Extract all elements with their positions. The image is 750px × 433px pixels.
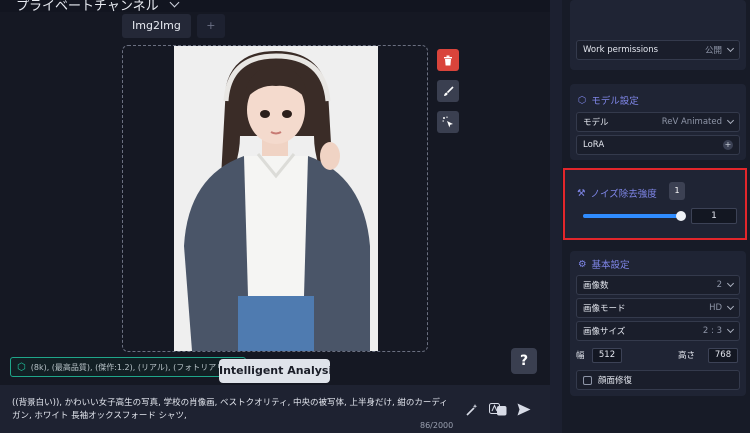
model-settings-title: ⬡ モデル設定	[578, 93, 639, 108]
image-count-value-wrap: 2	[716, 279, 735, 290]
chevron-down-icon	[726, 44, 735, 53]
work-permissions-label: Work permissions	[583, 45, 659, 55]
magic-select-button[interactable]	[437, 111, 459, 133]
face-fix-row[interactable]: 顔面修復	[576, 370, 740, 390]
permissions-card: Work permissions 公開	[570, 0, 746, 70]
basic-settings-card: ⚙ 基本設定 画像数 2 画像モード HD 画像サイズ 2 : 3 幅 512 …	[570, 251, 746, 396]
chevron-down-icon	[726, 279, 735, 288]
slider-fill	[583, 214, 681, 218]
model-value-wrap: ReV Animated	[661, 116, 735, 127]
prompt-char-counter: 86/2000	[420, 421, 454, 430]
image-mode-select[interactable]: 画像モード HD	[576, 298, 740, 318]
work-permissions-select[interactable]: Work permissions 公開	[576, 40, 740, 60]
trash-icon	[444, 55, 452, 65]
dimension-row: 幅 512 高さ 768	[576, 345, 740, 365]
model-value: ReV Animated	[661, 117, 722, 127]
basic-settings-title-text: 基本設定	[591, 260, 630, 271]
chevron-down-icon	[169, 0, 180, 8]
magic-wand-icon[interactable]	[466, 403, 479, 419]
wrench-icon: ⚒	[577, 187, 586, 199]
image-size-value: 2 : 3	[702, 326, 722, 336]
image-canvas[interactable]	[122, 45, 428, 352]
noise-strength-slider[interactable]	[583, 211, 686, 221]
tab-img2img[interactable]: Img2Img	[122, 14, 191, 38]
brush-icon	[443, 85, 454, 96]
width-input[interactable]: 512	[592, 347, 622, 363]
mode-tabs: Img2Img +	[122, 14, 225, 38]
image-size-value-wrap: 2 : 3	[702, 325, 735, 336]
translate-icon[interactable]	[489, 403, 507, 419]
image-mode-label: 画像モード	[583, 304, 626, 314]
lora-label: LoRA	[583, 140, 605, 150]
magic-cursor-icon	[442, 116, 453, 128]
model-label: モデル	[583, 118, 609, 128]
image-count-value: 2	[716, 280, 722, 290]
prompt-bar: ((背景白い)), かわいい女子高生の写真, 学校の肖像画, ベストクオリティ,…	[0, 385, 550, 433]
app-window: プライベートチャンネル Img2Img + ⬡ (8k), (最高品質), (傑…	[0, 0, 750, 433]
height-label: 高さ	[678, 351, 696, 361]
cube-icon: ⬡	[578, 94, 587, 106]
image-mode-value: HD	[709, 303, 722, 313]
main-workspace: Img2Img + ⬡ (8k), (最高品質), (傑作:1.2), (リアル…	[0, 12, 550, 433]
tag-suggestion-chip[interactable]: ⬡ (8k), (最高品質), (傑作:1.2), (リアル), (フォトリアリ…	[10, 357, 246, 377]
slider-tooltip: 1	[669, 182, 685, 200]
work-permissions-value-wrap: 公開	[704, 44, 735, 56]
height-input[interactable]: 768	[708, 347, 738, 363]
source-image	[174, 46, 378, 351]
tag-chip-text: (8k), (最高品質), (傑作:1.2), (リアル), (フォトリアリス.…	[30, 362, 240, 372]
top-bar: プライベートチャンネル	[0, 0, 560, 14]
intelligent-analysis-button[interactable]: Intelligent Analysis	[219, 359, 330, 383]
slider-thumb[interactable]	[676, 211, 686, 221]
noise-strength-input[interactable]: 1	[691, 208, 737, 224]
tab-add[interactable]: +	[196, 14, 225, 38]
model-select[interactable]: モデル ReV Animated	[576, 112, 740, 132]
prompt-input[interactable]: ((背景白い)), かわいい女子高生の写真, 学校の肖像画, ベストクオリティ,…	[12, 397, 452, 423]
noise-strength-title-text: ノイズ除去強度	[590, 189, 657, 200]
canvas-toolbar	[437, 49, 459, 133]
girl-photo-illustration	[174, 46, 378, 351]
face-fix-label: 顔面修復	[598, 376, 633, 386]
gear-icon: ⚙	[578, 258, 587, 270]
noise-strength-title: ⚒ ノイズ除去強度	[577, 186, 657, 201]
image-mode-value-wrap: HD	[709, 302, 735, 313]
model-settings-title-text: モデル設定	[591, 96, 639, 107]
brush-button[interactable]	[437, 80, 459, 102]
image-count-select[interactable]: 画像数 2	[576, 275, 740, 295]
prompt-actions	[466, 403, 531, 419]
basic-settings-title: ⚙ 基本設定	[578, 257, 630, 272]
cube-icon: ⬡	[17, 361, 26, 373]
face-fix-checkbox[interactable]	[583, 375, 592, 385]
model-settings-card: ⬡ モデル設定 モデル ReV Animated LoRA +	[570, 84, 746, 160]
noise-strength-card: ⚒ ノイズ除去強度 1 1	[563, 168, 747, 240]
chevron-down-icon	[726, 302, 735, 311]
image-size-select[interactable]: 画像サイズ 2 : 3	[576, 321, 740, 341]
image-count-label: 画像数	[583, 281, 609, 291]
panel-scrollbar[interactable]	[550, 0, 562, 433]
send-icon[interactable]	[517, 403, 531, 419]
width-label: 幅	[576, 351, 585, 361]
chevron-down-icon	[726, 116, 735, 125]
chevron-down-icon	[726, 325, 735, 334]
work-permissions-value: 公開	[704, 46, 722, 56]
image-size-label: 画像サイズ	[583, 327, 626, 337]
add-lora-icon[interactable]: +	[723, 140, 733, 150]
help-button[interactable]: ?	[511, 348, 537, 374]
lora-row[interactable]: LoRA +	[576, 135, 740, 155]
delete-button[interactable]	[437, 49, 459, 71]
